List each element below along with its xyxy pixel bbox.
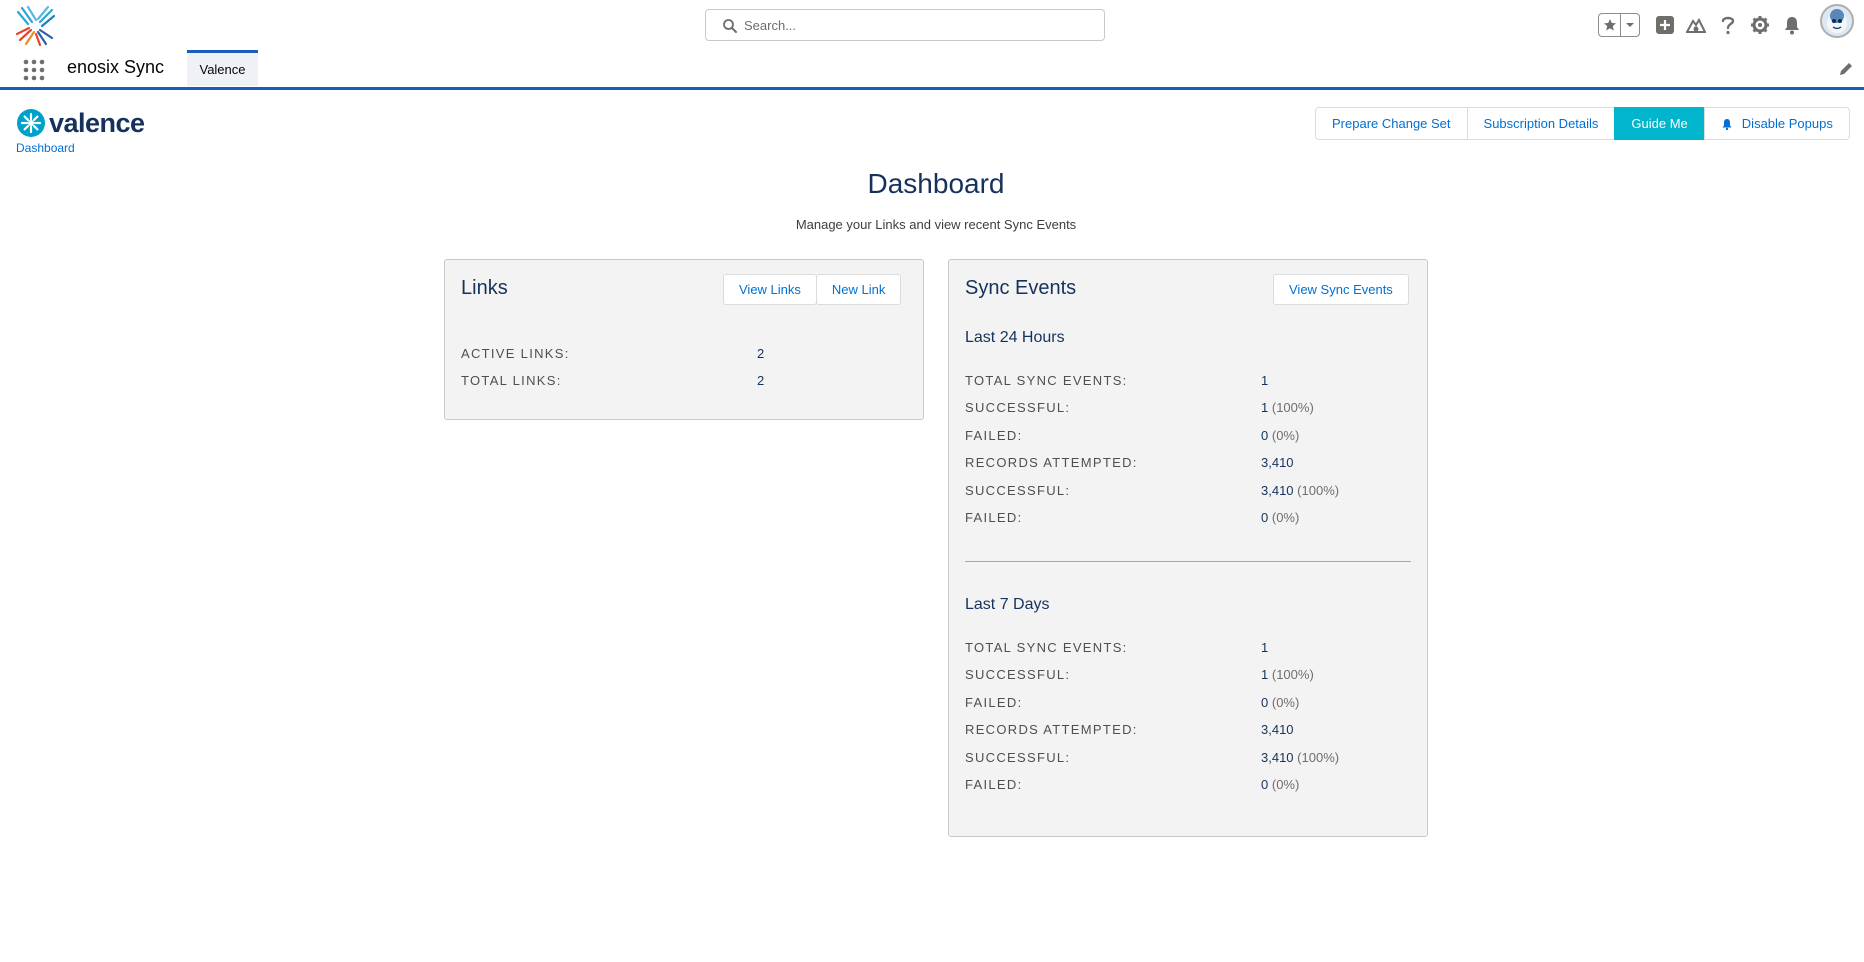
tab-valence[interactable]: Valence xyxy=(187,50,258,86)
sync-events-card: Sync Events View Sync Events Last 24 Hou… xyxy=(948,259,1428,837)
sync-events-card-title: Sync Events xyxy=(965,277,1077,299)
page-subtitle: Manage your Links and view recent Sync E… xyxy=(795,217,1077,232)
notifications-bell-icon[interactable] xyxy=(1781,14,1803,36)
app-name: enosix Sync xyxy=(67,57,165,77)
stat-label: Successful: xyxy=(965,750,1071,765)
stat-row: Failed: 0 (0%) xyxy=(965,777,1405,797)
stat-row: Failed: 0 (0%) xyxy=(965,510,1405,530)
breadcrumb-dashboard[interactable]: Dashboard xyxy=(16,141,75,155)
links-card-title: Links xyxy=(461,277,508,299)
valence-logo-icon xyxy=(17,109,45,137)
app-launcher-icon[interactable] xyxy=(22,58,46,82)
stat-row: Failed: 0 (0%) xyxy=(965,428,1405,448)
stat-label: Records Attempted: xyxy=(965,722,1138,737)
stat-value: 0 (0%) xyxy=(1261,777,1300,792)
bell-icon xyxy=(1722,118,1732,130)
stat-label: Successful: xyxy=(965,667,1071,682)
stat-value: 2 xyxy=(757,346,765,361)
stat-label: Failed: xyxy=(965,428,1023,443)
user-avatar[interactable] xyxy=(1820,4,1854,38)
global-header xyxy=(0,0,1864,50)
stat-label: Active Links: xyxy=(461,346,570,361)
stat-value: 3,410 xyxy=(1261,722,1294,737)
total-links-row: Total Links: 2 xyxy=(461,373,901,393)
trailhead-icon[interactable] xyxy=(1685,14,1707,36)
disable-popups-label: Disable Popups xyxy=(1741,116,1833,131)
stat-row: Records Attempted: 3,410 xyxy=(965,455,1405,475)
last-24-hours-heading: Last 24 Hours xyxy=(965,329,1065,346)
stat-label: Successful: xyxy=(965,483,1071,498)
stat-value: 1 xyxy=(1261,640,1269,655)
stat-label: Total Sync Events: xyxy=(965,373,1128,388)
stat-label: Failed: xyxy=(965,695,1023,710)
stat-value: 0 (0%) xyxy=(1261,510,1300,525)
view-sync-events-button[interactable]: View Sync Events xyxy=(1273,274,1409,305)
brand-name: valence xyxy=(49,107,145,138)
stat-label: Total Links: xyxy=(461,373,562,388)
section-divider xyxy=(965,561,1411,562)
stat-row: Successful: 1 (100%) xyxy=(965,400,1405,420)
view-links-button[interactable]: View Links xyxy=(723,274,817,305)
links-card: Links View Links New Link Active Links: … xyxy=(444,259,924,420)
valence-logo: valence xyxy=(16,108,145,138)
stat-row: Successful: 3,410 (100%) xyxy=(965,483,1405,503)
favorites-star-icon[interactable] xyxy=(1599,14,1621,36)
search-icon xyxy=(723,19,737,33)
guide-me-button[interactable]: Guide Me xyxy=(1614,107,1705,140)
stat-value: 0 (0%) xyxy=(1261,428,1300,443)
links-card-buttons: View Links New Link xyxy=(723,274,902,305)
active-links-row: Active Links: 2 xyxy=(461,346,901,366)
page-title: Dashboard xyxy=(867,168,1005,199)
stat-value: 0 (0%) xyxy=(1261,695,1300,710)
help-icon[interactable] xyxy=(1717,14,1739,36)
stat-row: Failed: 0 (0%) xyxy=(965,695,1405,715)
stat-row: Successful: 1 (100%) xyxy=(965,667,1405,687)
edit-nav-pencil-icon[interactable] xyxy=(1838,61,1854,77)
stat-value: 3,410 xyxy=(1261,455,1294,470)
stat-value: 1 xyxy=(1261,373,1269,388)
stat-label: Successful: xyxy=(965,400,1071,415)
add-icon[interactable] xyxy=(1654,14,1676,36)
favorites-group xyxy=(1598,13,1640,37)
stat-value: 3,410 (100%) xyxy=(1261,483,1340,498)
last-7-days-heading: Last 7 Days xyxy=(965,596,1050,613)
stat-row: Successful: 3,410 (100%) xyxy=(965,750,1405,770)
global-search[interactable] xyxy=(705,9,1105,41)
prepare-change-set-button[interactable]: Prepare Change Set xyxy=(1315,107,1468,140)
sync-events-card-buttons: View Sync Events xyxy=(1273,274,1409,305)
stat-value: 2 xyxy=(757,373,765,388)
favorites-dropdown-icon[interactable] xyxy=(1621,14,1639,36)
disable-popups-button[interactable]: Disable Popups xyxy=(1703,107,1850,140)
stat-label: Total Sync Events: xyxy=(965,640,1128,655)
stat-row: Total Sync Events: 1 xyxy=(965,640,1405,660)
setup-gear-icon[interactable] xyxy=(1749,14,1771,36)
app-navigation-bar: enosix Sync Valence xyxy=(0,50,1864,90)
stat-value: 3,410 (100%) xyxy=(1261,750,1340,765)
stat-label: Records Attempted: xyxy=(965,455,1138,470)
org-logo[interactable] xyxy=(14,4,56,46)
stat-value: 1 (100%) xyxy=(1261,400,1314,415)
stat-label: Failed: xyxy=(965,777,1023,792)
search-input[interactable] xyxy=(744,12,1094,38)
stat-value: 1 (100%) xyxy=(1261,667,1314,682)
new-link-button[interactable]: New Link xyxy=(815,274,902,305)
stat-row: Total Sync Events: 1 xyxy=(965,373,1405,393)
stat-label: Failed: xyxy=(965,510,1023,525)
stat-row: Records Attempted: 3,410 xyxy=(965,722,1405,742)
page-action-buttons: Prepare Change Set Subscription Details … xyxy=(1315,107,1850,140)
subscription-details-button[interactable]: Subscription Details xyxy=(1466,107,1616,140)
